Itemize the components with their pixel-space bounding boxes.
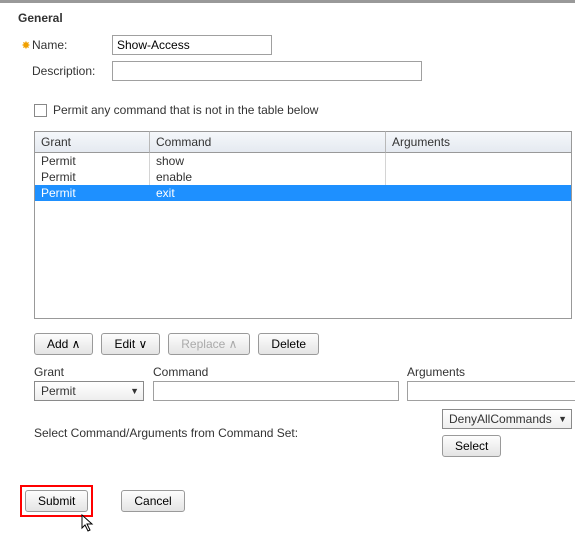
grant-field-label: Grant [34,365,149,379]
arguments-input[interactable] [407,381,575,401]
delete-button[interactable]: Delete [258,333,319,355]
grant-select[interactable]: Permit ▼ [34,381,144,401]
cell-grant: Permit [35,185,150,201]
command-input[interactable] [153,381,399,401]
command-set-select[interactable]: DenyAllCommands ▼ [442,409,572,429]
add-button[interactable]: Add ∧ [34,333,93,355]
description-input[interactable] [112,61,422,81]
name-input[interactable] [112,35,272,55]
cell-arguments [386,185,571,201]
command-table[interactable]: Grant Command Arguments PermitshowPermit… [34,131,572,319]
grant-select-value: Permit [41,384,76,398]
cell-command: exit [150,185,386,201]
chevron-down-icon: ▼ [558,414,567,424]
required-icon: ✸ [20,39,32,52]
select-button[interactable]: Select [442,435,501,457]
col-header-arguments[interactable]: Arguments [386,131,571,153]
chevron-down-icon: ▼ [130,386,139,396]
table-row[interactable]: Permitenable [35,169,571,185]
table-row[interactable]: Permitshow [35,153,571,169]
col-header-command[interactable]: Command [150,131,386,153]
section-title: General [18,11,575,25]
select-from-set-label: Select Command/Arguments from Command Se… [34,426,298,440]
permit-any-label: Permit any command that is not in the ta… [53,103,318,117]
cell-grant: Permit [35,169,150,185]
submit-highlight: Submit [20,485,93,517]
edit-button[interactable]: Edit ∨ [101,333,160,355]
cell-command: enable [150,169,386,185]
col-header-grant[interactable]: Grant [35,131,150,153]
command-set-value: DenyAllCommands [449,412,552,426]
cell-command: show [150,153,386,169]
cell-grant: Permit [35,153,150,169]
description-label: Description: [32,64,112,78]
cell-arguments [386,169,571,185]
cancel-button[interactable]: Cancel [121,490,184,512]
permit-any-checkbox[interactable] [34,104,47,117]
table-row[interactable]: Permitexit [35,185,571,201]
arguments-field-label: Arguments [407,365,575,379]
command-field-label: Command [153,365,403,379]
name-label: Name: [32,38,112,52]
replace-button: Replace ∧ [168,333,250,355]
submit-button[interactable]: Submit [25,490,88,512]
cell-arguments [386,153,571,169]
